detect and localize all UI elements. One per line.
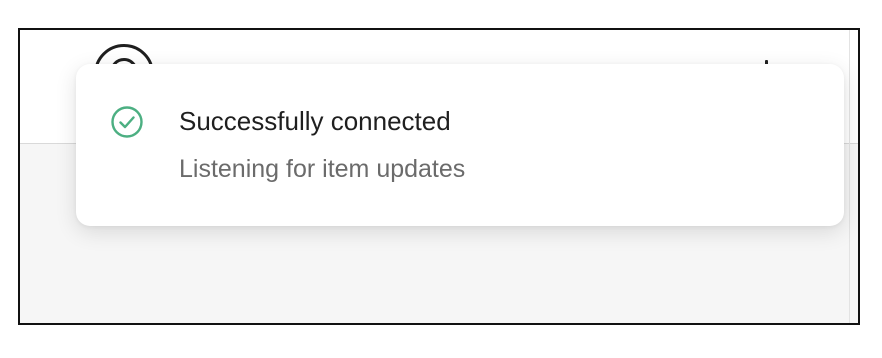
scrollbar-track: [849, 30, 850, 323]
toast-title: Successfully connected: [179, 106, 451, 136]
success-toast: Successfully connected Listening for ite…: [76, 64, 844, 226]
check-circle-icon: [111, 106, 143, 138]
toast-description: Listening for item updates: [179, 155, 466, 183]
app-window: Successfully connected Listening for ite…: [18, 28, 860, 325]
